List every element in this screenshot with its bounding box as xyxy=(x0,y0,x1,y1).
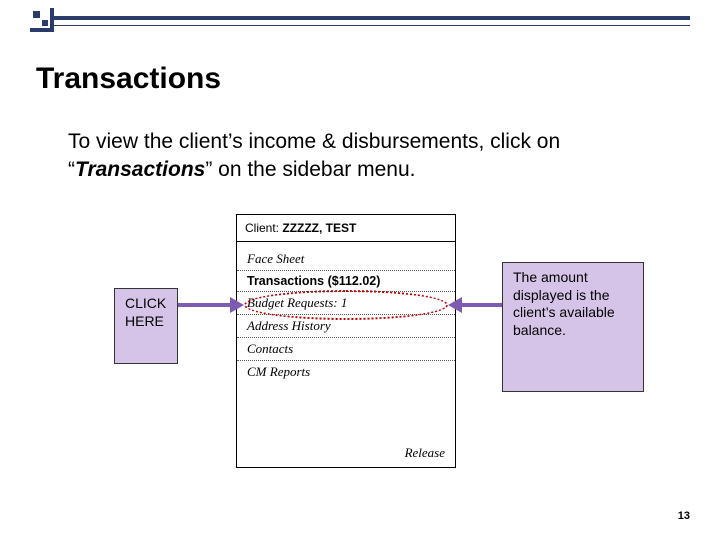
sidebar-item-contacts[interactable]: Contacts xyxy=(237,338,455,361)
client-label: Client: xyxy=(245,221,279,235)
sidebar-item-address-history[interactable]: Address History xyxy=(237,315,455,338)
sidebar-item-face-sheet[interactable]: Face Sheet xyxy=(237,248,455,271)
intro-keyword: Transactions xyxy=(75,158,205,181)
arrow-left-icon xyxy=(178,299,244,311)
header-rule xyxy=(30,16,690,26)
page-number: 13 xyxy=(678,510,690,522)
page-title: Transactions xyxy=(36,62,221,96)
sidebar-item-budget-requests[interactable]: Budget Requests: 1 xyxy=(237,292,455,315)
intro-text: To view the client’s income & disburseme… xyxy=(68,128,660,185)
sidebar-panel: Client: ZZZZZ, TEST Face Sheet Transacti… xyxy=(236,214,456,468)
sidebar-item-transactions[interactable]: Transactions ($112.02) xyxy=(237,271,455,292)
sidebar-menu: Face Sheet Transactions ($112.02) Budget… xyxy=(237,242,455,383)
intro-after: ” on the sidebar menu. xyxy=(205,158,415,181)
callout-click-here: CLICK HERE xyxy=(114,288,178,364)
client-header: Client: ZZZZZ, TEST xyxy=(237,215,455,237)
arrow-right-icon xyxy=(448,299,502,311)
slide-logo-icon xyxy=(30,8,54,32)
client-value: ZZZZZ, TEST xyxy=(282,221,356,235)
sidebar-item-cm-reports[interactable]: CM Reports xyxy=(237,361,455,383)
release-link[interactable]: Release xyxy=(405,445,445,461)
callout-balance-explainer: The amount displayed is the client’s ava… xyxy=(502,262,644,392)
